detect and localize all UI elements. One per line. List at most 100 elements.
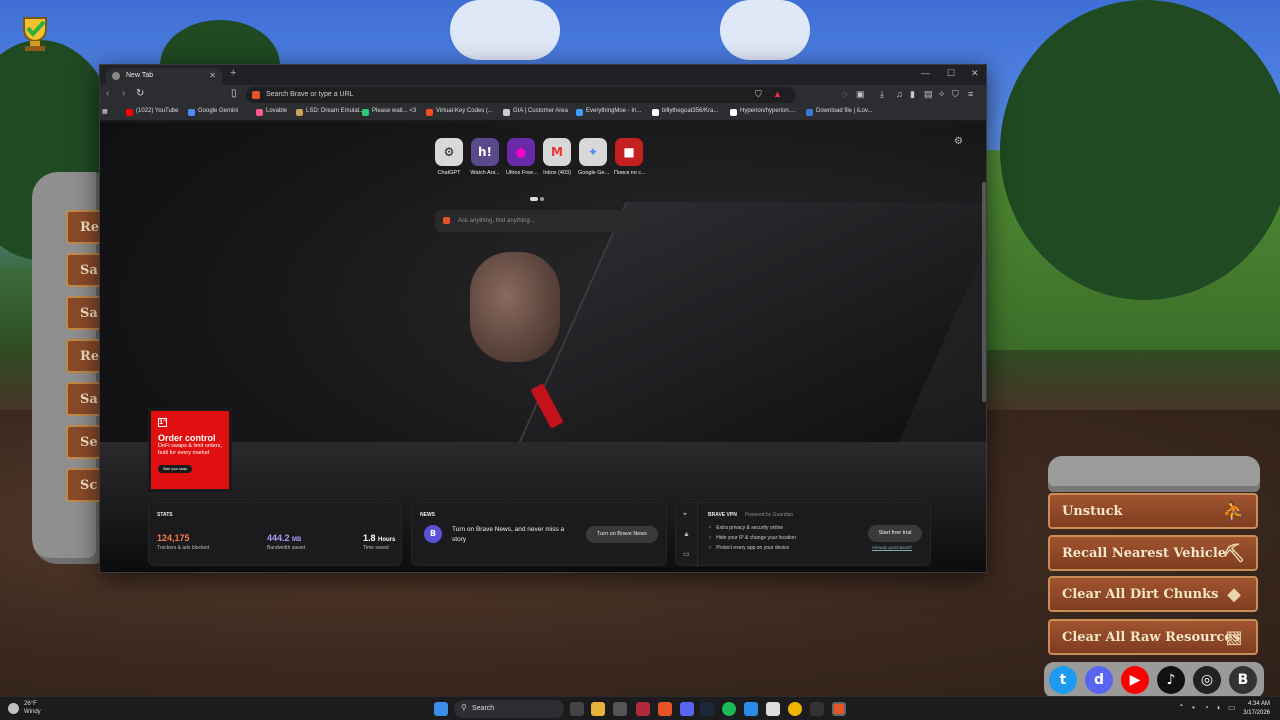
vscode-icon[interactable] (744, 702, 758, 716)
maximize-icon[interactable]: ☐ (947, 68, 955, 79)
wallet-icon[interactable]: ▤ (924, 89, 933, 100)
app-icon[interactable] (636, 702, 650, 716)
task-view-icon[interactable] (570, 702, 584, 716)
terminal-icon[interactable] (613, 702, 627, 716)
extensions-icon[interactable]: ✧ (938, 89, 946, 100)
bookmark-item[interactable]: Hyperion/hyperion.... (730, 108, 795, 116)
bookmark-item[interactable]: Lovable (256, 108, 288, 116)
new-tab-search[interactable]: Ask anything, find anything... (435, 210, 643, 232)
trophy-icon[interactable] (16, 14, 54, 54)
media-icon[interactable]: ♫ (896, 89, 903, 99)
bookmark-item[interactable]: Google Gemini (188, 108, 238, 116)
battery-icon[interactable]: ▭ (1228, 703, 1236, 712)
ad-cta-button[interactable]: Start your swap (158, 465, 193, 473)
customize-gear-icon[interactable]: ⚙ (954, 136, 963, 147)
tray-chevron-icon[interactable]: ⌃ (1178, 703, 1185, 712)
brave-icon[interactable] (658, 702, 672, 716)
sidebar-panel-icon[interactable]: ▣ (856, 89, 865, 100)
app-icon[interactable] (810, 702, 824, 716)
start-free-trial-button[interactable]: Start free trial (868, 525, 922, 542)
bookmark-label: GIA | Customer Area (513, 108, 568, 114)
game-action-button[interactable]: Clear All Dirt Chunks ◆ (1048, 576, 1258, 612)
top-sites-pager[interactable] (530, 188, 546, 206)
bookmark-item[interactable]: LSD: Dream Emulat... (296, 108, 364, 116)
bookmark-item[interactable]: Please wait... <3 (362, 108, 416, 116)
discord-icon[interactable]: d (1085, 666, 1113, 694)
page-scrollbar[interactable] (982, 182, 986, 402)
bookmark-item[interactable]: billythegoat356/Kra... (652, 108, 719, 116)
brave-tab-icon (112, 72, 120, 80)
top-site-label: Поиск по с... (614, 170, 646, 176)
taskbar-search[interactable]: Search (454, 700, 564, 718)
address-bar[interactable]: Search Brave or type a URL (246, 87, 796, 103)
start-icon[interactable] (434, 702, 448, 716)
bookmark-item[interactable]: (1022) YouTube (126, 108, 178, 116)
top-site-tile[interactable]: ✦ Google Ge... (578, 138, 609, 176)
location-pin-icon[interactable]: ⌖ (683, 511, 687, 519)
bookmark-item[interactable]: Virtual-Key Codes (... (426, 108, 493, 116)
close-window-icon[interactable]: ✕ (971, 68, 979, 79)
instagram-icon[interactable]: ◎ (1193, 666, 1221, 694)
bookmark-label: Lovable (266, 108, 288, 114)
tray-app-icon[interactable]: ▪ (1192, 703, 1195, 712)
wifi-icon[interactable]: ◔ (1204, 703, 1209, 712)
sidebar-icon[interactable]: ▮ (910, 89, 915, 100)
brave-active-icon[interactable] (832, 702, 846, 716)
twitter-icon[interactable]: t (1049, 666, 1077, 694)
brand-icon[interactable]: B (1229, 666, 1257, 694)
tiktok-icon[interactable]: ♪ (1157, 666, 1185, 694)
bookmark-item[interactable]: Download file | iLov... (806, 108, 872, 116)
brave-shield-icon[interactable] (252, 91, 260, 99)
top-site-tile[interactable]: M Inbox (403) (542, 138, 572, 176)
steam-icon[interactable] (700, 702, 714, 716)
card-switch-icon[interactable]: ▭ (683, 550, 690, 558)
bookmark-favicon-icon (362, 109, 369, 116)
new-tab-button[interactable]: + (230, 67, 236, 79)
bookmark-label: billythegoat356/Kra... (662, 108, 719, 114)
turn-on-news-button[interactable]: Turn on Brave News (586, 526, 658, 543)
bookmark-item[interactable]: EverythingMoe - In... (576, 108, 641, 116)
minimize-icon[interactable]: — (921, 68, 930, 78)
top-site-icon: ■ (615, 138, 643, 166)
bookmark-favicon-icon (806, 109, 813, 116)
game-action-button[interactable]: Recall Nearest Vehicle ⛏ (1048, 535, 1258, 571)
rewards-icon[interactable]: ▲ (773, 89, 782, 99)
close-tab-icon[interactable]: ✕ (209, 71, 216, 80)
clock[interactable]: 4:34 AM 3/17/2026 (1243, 700, 1270, 718)
volume-icon[interactable]: ◖ (1216, 703, 1221, 712)
apps-grid-icon[interactable]: ▦ (102, 108, 108, 115)
game-action-button[interactable]: Unstuck ⛹ (1048, 493, 1258, 529)
bookmark-item[interactable]: GIA | Customer Area (503, 108, 568, 116)
game-action-icon: ⛹ (1222, 501, 1246, 522)
top-site-tile[interactable]: ⚙ ChatGPT (434, 138, 464, 176)
bandwidth-value: 444.2 (267, 533, 290, 543)
tab-new-tab[interactable]: New Tab ✕ (106, 68, 222, 85)
menu-icon[interactable]: ≡ (968, 89, 973, 99)
expand-up-icon[interactable]: ▲ (683, 531, 690, 538)
bookmark-icon[interactable]: ▯ (231, 88, 237, 99)
youtube-icon[interactable]: ▶ (1121, 666, 1149, 694)
top-sites: ⚙ ChatGPT h! Watch Ani... ● Ultros Free... M In… (434, 138, 654, 182)
file-explorer-icon[interactable] (591, 702, 605, 716)
brave-search-icon (443, 217, 450, 224)
downloads-icon[interactable]: ⤓ (880, 89, 884, 100)
top-site-tile[interactable]: h! Watch Ani... (470, 138, 500, 176)
discord-icon[interactable] (680, 702, 694, 716)
spotify-icon[interactable] (722, 702, 736, 716)
top-site-tile[interactable]: ■ Поиск по с... (614, 138, 646, 176)
bookmark-favicon-icon (730, 109, 737, 116)
top-site-tile[interactable]: ● Ultros Free... (506, 138, 538, 176)
already-purchased-link[interactable]: Already purchased? (872, 545, 912, 550)
shield-icon[interactable]: ⛉ (755, 89, 762, 100)
reload-icon[interactable]: ↻ (136, 88, 144, 99)
forward-icon[interactable]: › (122, 88, 125, 99)
notepad-icon[interactable] (766, 702, 780, 716)
sponsored-ad[interactable]: 1" Order control DeFi swaps & limit orde… (148, 408, 232, 492)
weather-widget[interactable]: 26°F Windy (8, 700, 41, 716)
back-icon[interactable]: ‹ (106, 88, 109, 99)
game-action-button[interactable]: Clear All Raw Resources ▧ (1048, 619, 1258, 655)
chrome-icon[interactable] (788, 702, 802, 716)
ad-title: Order control (158, 433, 216, 443)
vpn-icon[interactable]: ⛉ (952, 89, 959, 100)
leo-ai-icon[interactable]: ◌ (842, 89, 847, 99)
